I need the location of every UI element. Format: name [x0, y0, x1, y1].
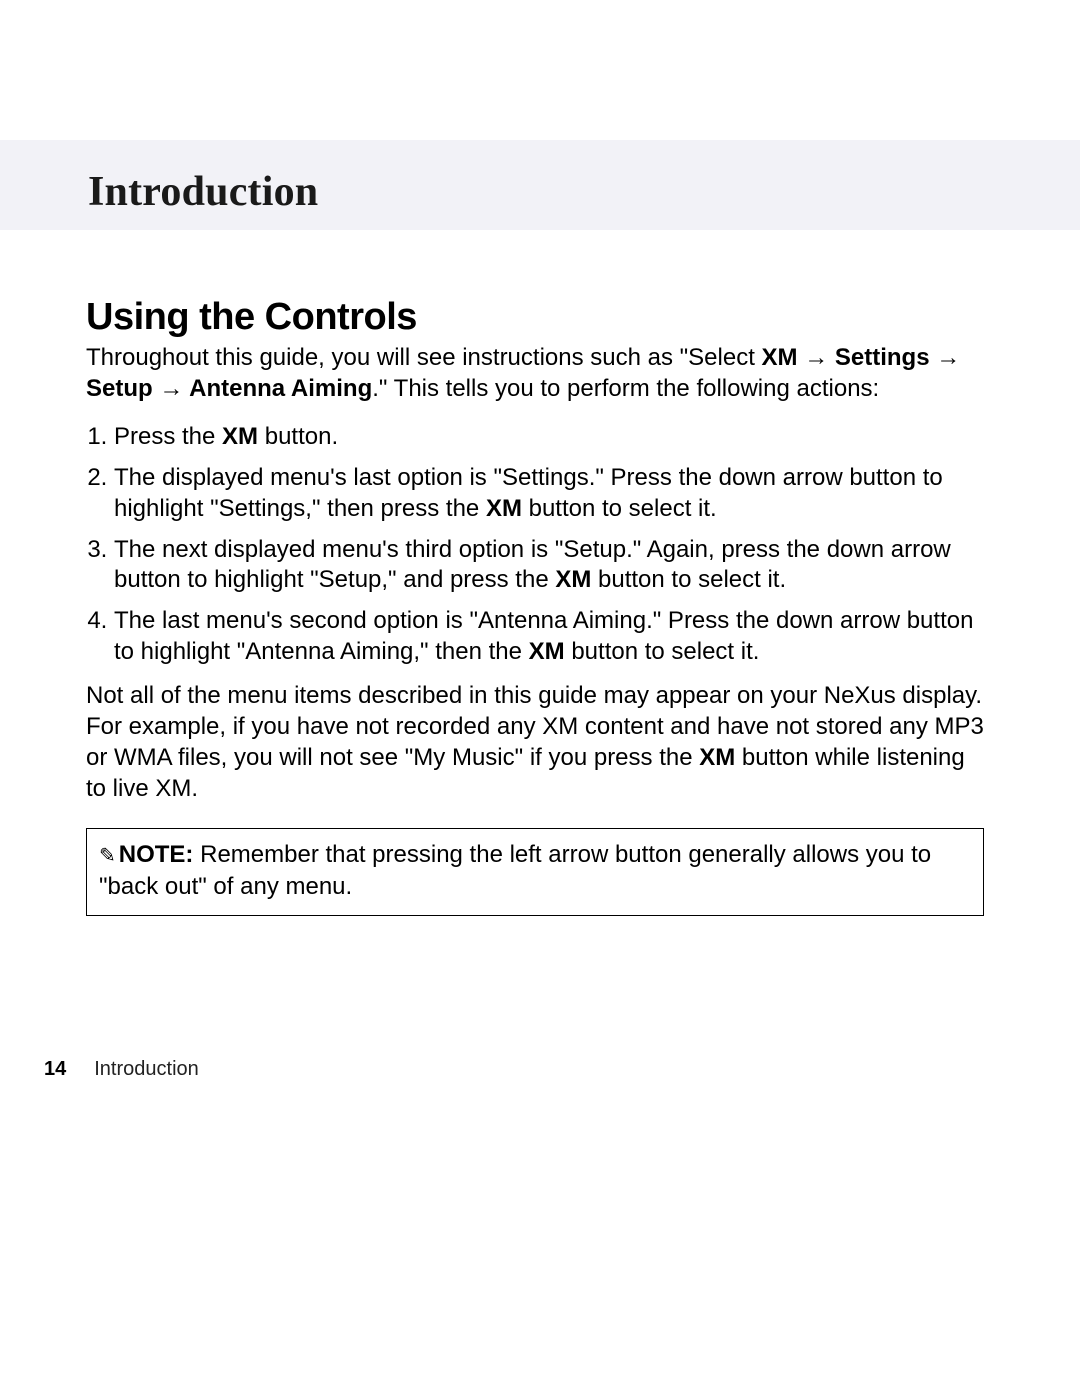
document-page: Introduction Using the Controls Througho…: [0, 0, 1080, 1397]
step-post: button.: [258, 423, 338, 450]
step-bold: XM: [555, 566, 591, 593]
closing-paragraph: Not all of the menu items described in t…: [86, 681, 984, 804]
note-label: NOTE:: [119, 841, 194, 868]
intro-post: ." This tells you to perform the followi…: [372, 375, 879, 402]
section-title: Introduction: [88, 168, 318, 216]
closing-bold: XM: [699, 744, 735, 771]
step-bold: XM: [222, 423, 258, 450]
step-bold: XM: [529, 638, 565, 665]
path-antenna-aiming: Antenna Aiming: [189, 375, 372, 402]
intro-paragraph: Throughout this guide, you will see inst…: [86, 343, 984, 404]
step-item: Press the XM button.: [114, 422, 984, 453]
page-footer: 14 Introduction: [44, 1058, 199, 1081]
step-item: The last menu's second option is "Antenn…: [114, 606, 984, 667]
pencil-icon: ✎: [99, 845, 116, 867]
page-number: 14: [44, 1058, 66, 1080]
content-block: Using the Controls Throughout this guide…: [86, 296, 984, 916]
arrow-icon: →: [798, 344, 835, 371]
step-item: The next displayed menu's third option i…: [114, 535, 984, 596]
footer-section-label: Introduction: [94, 1058, 199, 1080]
arrow-icon: →: [153, 375, 189, 402]
step-item: The displayed menu's last option is "Set…: [114, 463, 984, 524]
step-post: button to select it.: [522, 495, 717, 522]
path-setup: Setup: [86, 375, 153, 402]
path-xm: XM: [762, 344, 798, 371]
page-heading: Using the Controls: [86, 296, 984, 339]
intro-pre: Throughout this guide, you will see inst…: [86, 344, 762, 371]
arrow-icon: →: [930, 344, 961, 371]
note-box: ✎NOTE: Remember that pressing the left a…: [86, 828, 984, 915]
step-pre: Press the: [114, 423, 222, 450]
step-post: button to select it.: [565, 638, 760, 665]
step-pre: The next displayed menu's third option i…: [114, 536, 951, 594]
steps-list: Press the XM button. The displayed menu'…: [86, 422, 984, 667]
step-bold: XM: [486, 495, 522, 522]
note-text: Remember that pressing the left arrow bu…: [99, 841, 931, 900]
path-settings: Settings: [835, 344, 930, 371]
step-post: button to select it.: [591, 566, 786, 593]
